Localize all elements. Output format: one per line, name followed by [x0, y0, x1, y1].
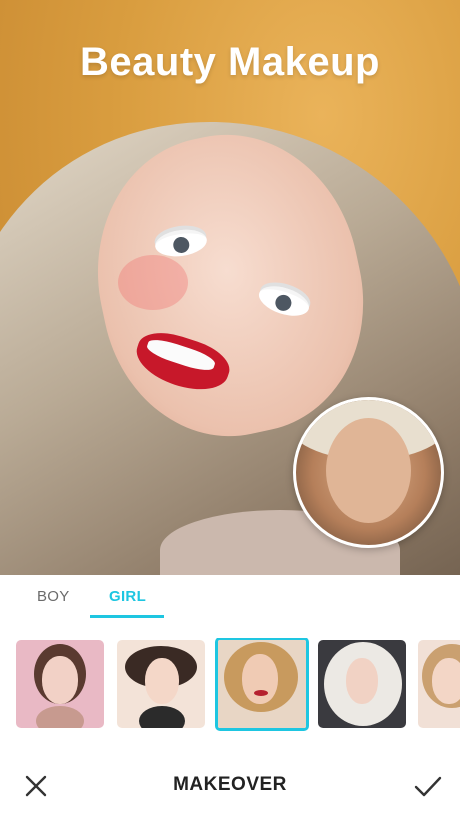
style-thumbnail-list[interactable]: [0, 638, 460, 734]
screen-title: MAKEOVER: [173, 774, 287, 795]
style-thumbnail[interactable]: [318, 640, 406, 728]
style-thumbnail[interactable]: [117, 640, 205, 728]
style-thumbnail[interactable]: [418, 640, 460, 728]
preview-face: [326, 418, 411, 523]
portrait-cheek: [118, 255, 188, 310]
tab-girl[interactable]: GIRL: [109, 588, 146, 605]
checkmark-icon: [414, 776, 442, 797]
hero-image: Beauty Makeup: [0, 0, 460, 575]
tab-boy[interactable]: BOY: [37, 588, 70, 605]
style-thumbnail[interactable]: [16, 640, 104, 728]
hero-title: Beauty Makeup: [80, 40, 380, 84]
gender-tabs: BOY GIRL: [0, 575, 460, 623]
bottom-bar: MAKEOVER: [0, 752, 460, 818]
confirm-button[interactable]: [412, 772, 444, 800]
original-photo-preview[interactable]: [293, 397, 444, 548]
active-tab-indicator: [90, 615, 164, 618]
style-thumbnail-selected[interactable]: [215, 638, 309, 731]
